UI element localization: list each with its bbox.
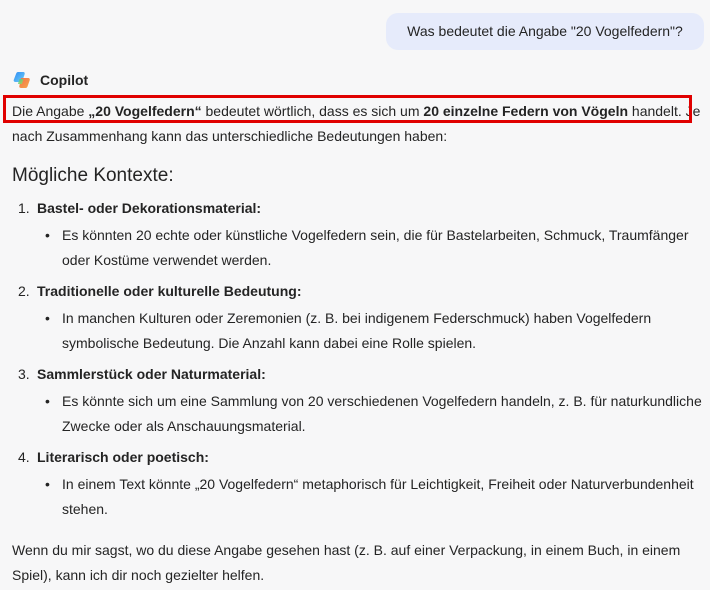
intro-block: Die Angabe „20 Vogelfedern“ bedeutet wör… — [3, 95, 702, 149]
bullet-icon: • — [45, 310, 50, 326]
context-number: 4. — [18, 449, 30, 465]
intro-paragraph: Die Angabe „20 Vogelfedern“ bedeutet wör… — [12, 99, 702, 149]
assistant-name: Copilot — [40, 72, 89, 88]
assistant-header: Copilot — [12, 70, 88, 90]
context-text: In einem Text könnte „20 Vogelfedern“ me… — [62, 476, 694, 517]
intro-text: bedeutet wörtlich, dass es sich um — [201, 103, 424, 119]
context-title: Sammlerstück oder Naturmaterial: — [37, 366, 266, 382]
context-title: Literarisch oder poetisch: — [37, 449, 209, 465]
copilot-logo-icon — [13, 72, 30, 88]
context-text: In manchen Kulturen oder Zeremonien (z. … — [62, 310, 652, 351]
bullet-icon: • — [45, 476, 50, 492]
intro-text: Die Angabe — [12, 103, 89, 119]
intro-emphasis: 20 einzelne Federn von Vögeln — [423, 103, 629, 119]
context-number: 3. — [18, 366, 30, 382]
bullet-icon: • — [45, 393, 50, 409]
outro-paragraph: Wenn du mir sagst, wo du diese Angabe ge… — [12, 542, 681, 583]
context-title: Bastel- oder Dekorationsmaterial: — [37, 200, 262, 216]
assistant-response: Die Angabe „20 Vogelfedern“ bedeutet wör… — [3, 95, 702, 149]
user-message-bubble: Was bedeutet die Angabe "20 Vogelfedern"… — [386, 13, 704, 50]
context-text: Es könnte sich um eine Sammlung von 20 v… — [62, 393, 702, 434]
intro-emphasis: „20 Vogelfedern“ — [88, 103, 202, 119]
bullet-icon: • — [45, 227, 50, 243]
section-heading: Mögliche Kontexte: — [12, 165, 174, 186]
context-number: 2. — [18, 283, 30, 299]
context-text: Es könnten 20 echte oder künstliche Voge… — [62, 227, 689, 268]
context-number: 1. — [18, 200, 30, 216]
context-title: Traditionelle oder kulturelle Bedeutung: — [37, 283, 302, 299]
